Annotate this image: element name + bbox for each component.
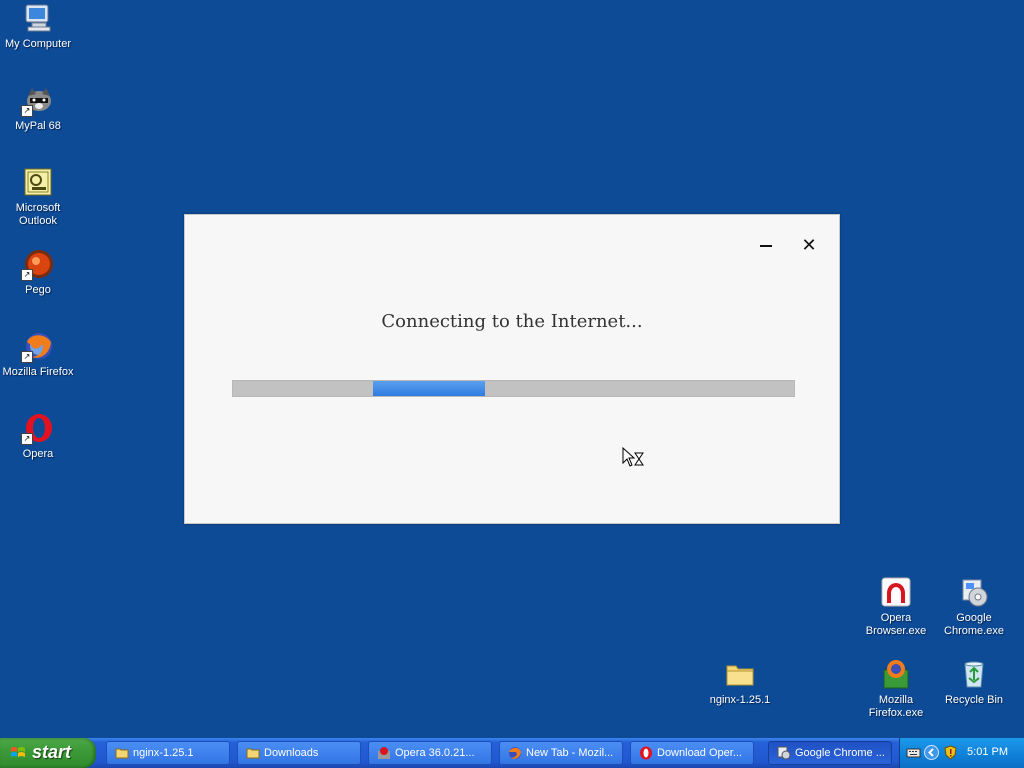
dialog-message: Connecting to the Internet... [381, 311, 643, 332]
taskbar-button-opera-installer[interactable]: Opera 36.0.21... [368, 741, 492, 765]
taskbar-button-downloads[interactable]: Downloads [237, 741, 361, 765]
shortcut-arrow-icon: ↗ [21, 433, 33, 445]
chevron-left-icon[interactable] [924, 745, 939, 760]
taskbar-clock[interactable]: 5:01 PM [967, 746, 1008, 758]
desktop-icon-my-computer[interactable]: My Computer [0, 2, 76, 51]
opera-installer-icon [378, 747, 390, 759]
opera-installer-icon [880, 576, 912, 608]
folder-icon [246, 748, 260, 759]
keyboard-icon[interactable] [906, 745, 921, 760]
my-computer-icon [22, 2, 54, 34]
chrome-installer-icon [777, 746, 791, 760]
shortcut-arrow-icon: ↗ [21, 269, 33, 281]
desktop-icon-label: Mozilla Firefox.exe [868, 694, 924, 719]
taskbar-button-label: Google Chrome ... [795, 747, 885, 759]
connecting-dialog: ✕ Connecting to the Internet... [184, 214, 840, 524]
desktop-icon-mozilla-firefox-exe[interactable]: Mozilla Firefox.exe [858, 658, 934, 720]
desktop-icon-label: My Computer [4, 38, 72, 50]
taskbar-button-download-opera[interactable]: Download Oper... [630, 741, 754, 765]
minimize-icon [760, 245, 772, 247]
system-tray: 5:01 PM [899, 738, 1024, 768]
desktop-icon-opera-browser-exe[interactable]: Opera Browser.exe [858, 576, 934, 638]
start-button[interactable]: start [0, 738, 96, 768]
desktop-icon-outlook[interactable]: Microsoft Outlook [0, 166, 76, 228]
taskbar-button-label: Download Oper... [657, 747, 742, 759]
firefox-installer-icon [880, 658, 912, 690]
taskbar-button-google-chrome[interactable]: Google Chrome ... [768, 741, 892, 765]
desktop-icon-pego[interactable]: ↗ Pego [0, 248, 76, 297]
desktop-icon-mypal[interactable]: ↗ MyPal 68 [0, 84, 76, 133]
outlook-icon [22, 166, 54, 198]
desktop-icon-label: Microsoft Outlook [15, 202, 61, 227]
firefox-icon [509, 747, 521, 759]
progress-fill [373, 381, 486, 396]
busy-cursor-icon [622, 446, 646, 469]
desktop-icon-label: Opera Browser.exe [865, 612, 927, 637]
taskbar-button-firefox[interactable]: New Tab - Mozil... [499, 741, 623, 765]
shortcut-arrow-icon: ↗ [21, 105, 33, 117]
desktop-icon-opera[interactable]: ↗ Opera [0, 412, 76, 461]
chrome-installer-icon [958, 576, 990, 608]
desktop-icon-recycle-bin[interactable]: Recycle Bin [936, 658, 1012, 707]
taskbar-button-nginx[interactable]: nginx-1.25.1 [106, 741, 230, 765]
desktop-icon-label: Pego [25, 284, 51, 296]
desktop-icon-label: MyPal 68 [15, 120, 61, 132]
shield-icon[interactable] [943, 745, 958, 760]
pego-icon: ↗ [21, 248, 54, 281]
recycle-bin-icon [958, 658, 990, 690]
desktop-icon-label: Opera [22, 448, 54, 460]
desktop-icon-google-chrome-exe[interactable]: Google Chrome.exe [936, 576, 1012, 638]
desktop-icon-label: Mozilla Firefox [2, 366, 74, 378]
desktop-icon-label: Recycle Bin [944, 694, 1004, 706]
taskbar-button-label: Downloads [264, 747, 319, 759]
desktop-icon-label: nginx-1.25.1 [709, 694, 771, 706]
desktop-icon-nginx-folder[interactable]: nginx-1.25.1 [702, 658, 778, 707]
close-icon: ✕ [801, 235, 817, 256]
close-button[interactable]: ✕ [798, 235, 820, 257]
desktop-icon-firefox[interactable]: ↗ Mozilla Firefox [0, 330, 76, 379]
taskbar-button-label: nginx-1.25.1 [133, 747, 194, 759]
taskbar-button-label: New Tab - Mozil... [526, 747, 614, 759]
desktop-icon-label: Google Chrome.exe [944, 612, 1004, 637]
windows-flag-icon [11, 747, 25, 757]
folder-icon [724, 658, 756, 690]
minimize-button[interactable] [755, 235, 777, 257]
taskbar: start nginx-1.25.1 Downloads Opera 36.0.… [0, 738, 1024, 768]
mypal-icon: ↗ [21, 84, 54, 117]
folder-icon [115, 748, 129, 759]
opera-icon [640, 746, 652, 760]
progress-bar [232, 380, 795, 397]
shortcut-arrow-icon: ↗ [21, 351, 33, 363]
firefox-icon: ↗ [21, 330, 54, 363]
start-label: start [32, 742, 72, 762]
opera-icon: ↗ [21, 412, 54, 445]
taskbar-button-label: Opera 36.0.21... [395, 747, 475, 759]
